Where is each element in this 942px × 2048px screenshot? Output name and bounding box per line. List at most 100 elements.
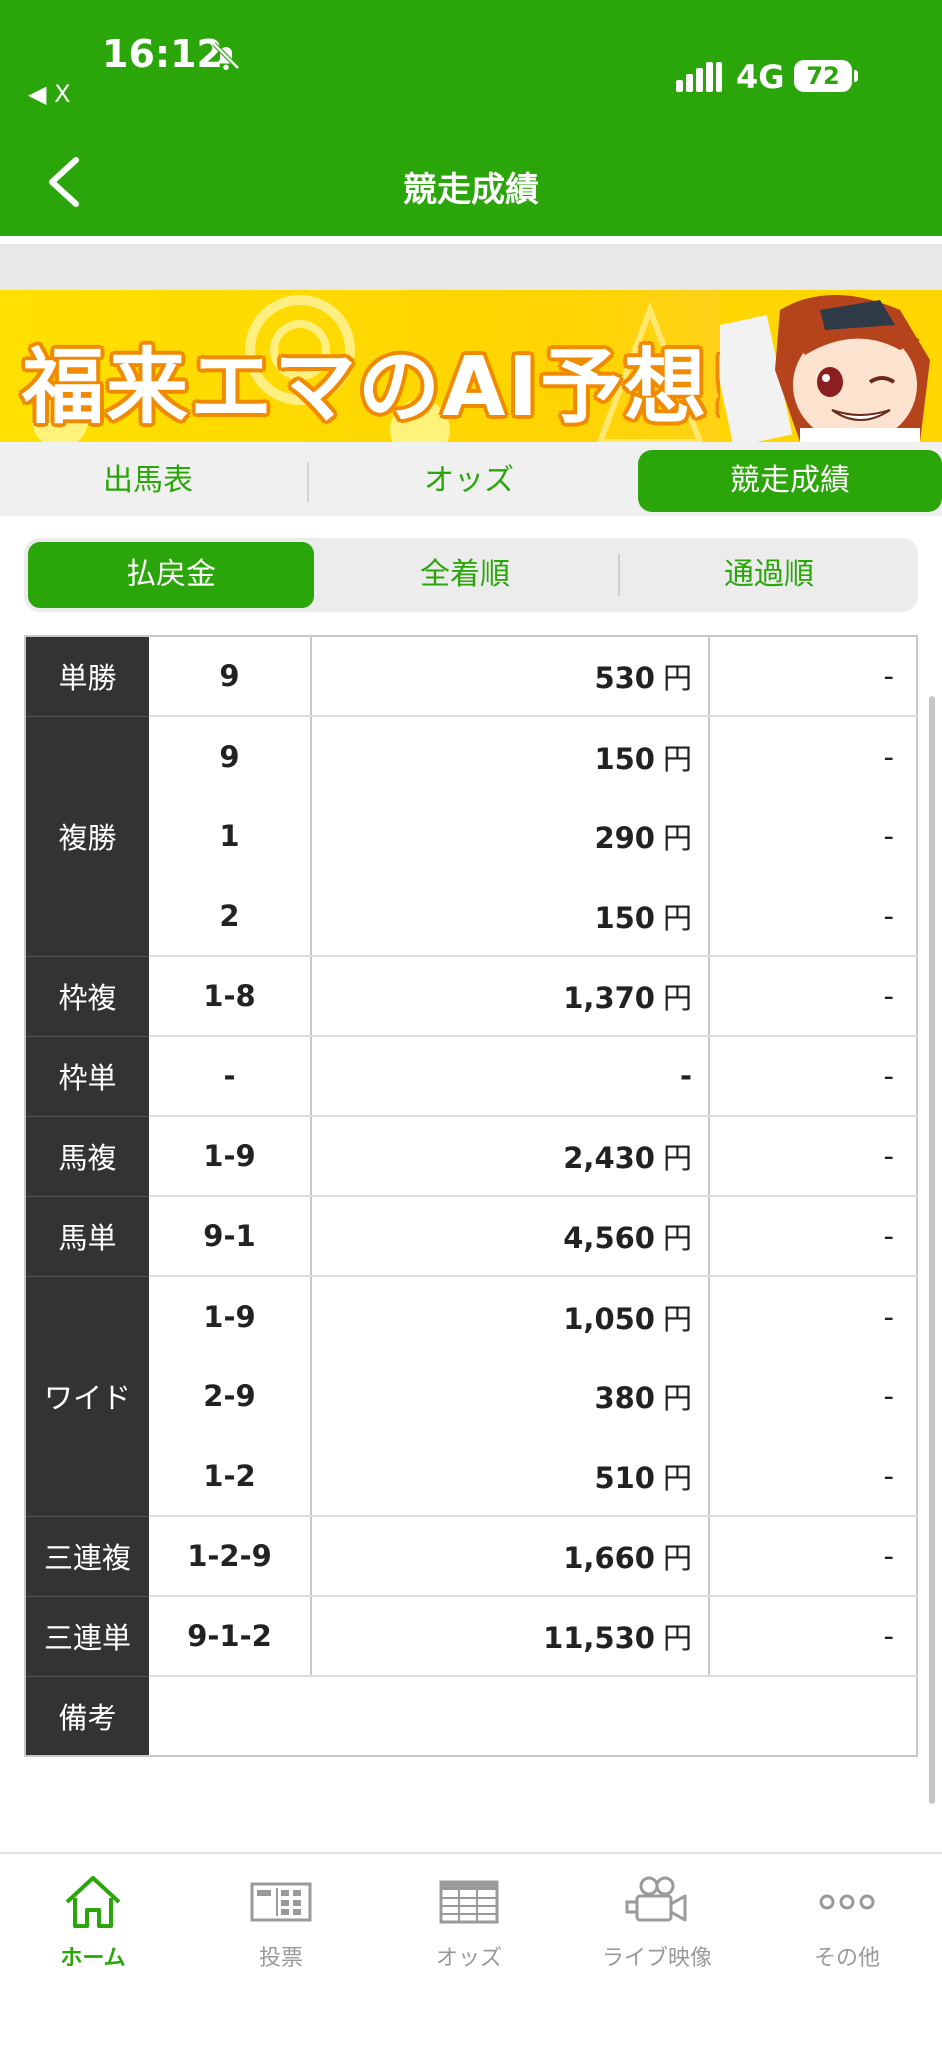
ai-prediction-banner[interactable]: 福来エマのAI予想!! <box>0 290 942 442</box>
payout-amount: 150 円 <box>311 716 710 796</box>
subtab-passing-order[interactable]: 通過順 <box>624 542 914 608</box>
nav-label: ホーム <box>60 1946 126 1971</box>
combination: 1-2 <box>149 1436 312 1517</box>
bet-type-label: ワイド <box>25 1276 149 1517</box>
bet-type-label: 馬単 <box>25 1196 149 1277</box>
table-row: 備考 <box>25 1676 917 1756</box>
nav-label: その他 <box>813 1946 880 1971</box>
table-row: ワイド 1-9 1,050 円 - <box>25 1276 917 1517</box>
more-dots-icon <box>819 1894 875 1910</box>
popularity: - <box>883 1379 894 1413</box>
payout-amount: 11,530 円 <box>311 1596 710 1677</box>
battery-level: 72 <box>794 60 852 92</box>
combination: 9-1-2 <box>149 1596 312 1677</box>
video-camera-icon <box>625 1876 687 1922</box>
popularity: - <box>883 819 894 853</box>
popularity: - <box>709 1436 917 1517</box>
payout-amount: 290 円 <box>311 796 710 876</box>
popularity: - <box>709 1036 917 1117</box>
page-title: 競走成績 <box>403 170 539 210</box>
popularity: - <box>709 1596 917 1677</box>
tab-race-results[interactable]: 競走成績 <box>638 450 942 512</box>
payout-amount: 380 円 <box>311 1356 710 1436</box>
bet-type-label: 枠単 <box>25 1036 149 1117</box>
banner-title: 福来エマのAI予想!! <box>22 340 787 435</box>
combination: 2-9 <box>149 1356 312 1436</box>
battery-tip <box>854 70 858 82</box>
tab-entries[interactable]: 出馬表 <box>0 450 296 512</box>
payout-amount: 1,370 円 <box>311 956 710 1037</box>
popularity: - <box>709 956 917 1037</box>
combination: 9 <box>149 716 312 796</box>
nav-label: 投票 <box>258 1946 303 1971</box>
scrollbar[interactable] <box>929 696 935 1804</box>
bet-type-label: 単勝 <box>25 636 149 717</box>
bell-muted-icon <box>212 42 240 70</box>
table-row: 1 290 円 - <box>25 796 917 876</box>
combination: - <box>149 1036 312 1117</box>
nav-label: ライブ映像 <box>601 1946 712 1971</box>
bet-type-label: 馬複 <box>25 1116 149 1197</box>
nav-odds[interactable]: オッズ <box>394 1874 544 1972</box>
popularity: - <box>709 636 917 717</box>
combination: 2 <box>149 876 312 957</box>
nav-more[interactable]: その他 <box>772 1874 922 1972</box>
table-row: 複勝 9 150 円 - <box>25 716 917 957</box>
subtab-divider <box>618 554 620 596</box>
table-row: 2 150 円 - <box>25 876 917 957</box>
nav-home[interactable]: ホーム <box>18 1874 168 1972</box>
combination: 9-1 <box>149 1196 312 1277</box>
combination: 1 <box>149 796 312 876</box>
table-row: 馬単 9-1 4,560 円 - <box>25 1196 917 1277</box>
popularity: - <box>709 1116 917 1197</box>
popularity: - <box>709 1196 917 1277</box>
popularity: - <box>883 1299 894 1334</box>
table-row: 三連複 1-2-9 1,660 円 - <box>25 1516 917 1597</box>
subtab-finish-order[interactable]: 全着順 <box>320 542 610 608</box>
payout-amount: 1,050 円 <box>311 1276 710 1356</box>
table-row: 2-9 380 円 - <box>25 1356 917 1436</box>
nav-live-video[interactable]: ライブ映像 <box>582 1874 732 1972</box>
payout-table: 単勝 9 530 円 - 複勝 9 150 円 - 1 290 円 - 2 150 円 … <box>24 635 918 1757</box>
table-row: 枠複 1-8 1,370 円 - <box>25 956 917 1037</box>
payout-amount: 4,560 円 <box>311 1196 710 1277</box>
tab-odds[interactable]: オッズ <box>318 450 620 512</box>
result-subtabs: 払戻金 全着順 通過順 <box>24 538 918 612</box>
nav-vote[interactable]: 投票 <box>206 1874 356 1972</box>
bet-type-label: 複勝 <box>25 716 149 957</box>
race-tabs: 出馬表 オッズ 競走成績 <box>0 442 942 516</box>
payout-amount: 2,430 円 <box>311 1116 710 1197</box>
popularity: - <box>883 739 894 774</box>
remarks-label: 備考 <box>25 1676 149 1756</box>
network-type: 4G <box>736 58 785 96</box>
payout-amount: 530 円 <box>311 636 710 717</box>
table-row: 馬複 1-9 2,430 円 - <box>25 1116 917 1197</box>
payout-amount: - <box>311 1036 710 1117</box>
cellular-signal-icon <box>676 62 722 92</box>
combination: 1-9 <box>149 1116 312 1197</box>
combination: 1-8 <box>149 956 312 1037</box>
bet-type-label: 三連単 <box>25 1596 149 1677</box>
subtab-payouts[interactable]: 払戻金 <box>28 542 314 608</box>
bet-type-label: 枠複 <box>25 956 149 1037</box>
back-to-app-link[interactable]: ◀ X <box>28 80 71 108</box>
combination: 9 <box>149 636 312 717</box>
popularity: - <box>709 1516 917 1597</box>
ad-strip <box>0 244 942 290</box>
mascot-character-image <box>720 290 942 442</box>
bet-type-label: 三連複 <box>25 1516 149 1597</box>
payout-amount: 510 円 <box>311 1436 710 1517</box>
combination: 1-9 <box>149 1276 312 1356</box>
combination: 1-2-9 <box>149 1516 312 1597</box>
remarks-value <box>149 1676 917 1756</box>
payout-amount: 1,660 円 <box>311 1516 710 1597</box>
popularity: - <box>709 876 917 957</box>
vote-ticket-icon <box>250 1882 312 1922</box>
status-time: 16:12 <box>102 32 223 76</box>
bottom-nav: ホーム 投票 オッズ ライブ映像 その他 <box>0 1852 942 2048</box>
table-row: 三連単 9-1-2 11,530 円 - <box>25 1596 917 1677</box>
tab-divider <box>307 462 309 502</box>
app-header: 16:12 ◀ X 4G 72 競走成績 <box>0 0 942 236</box>
table-row: 1-2 510 円 - <box>25 1436 917 1517</box>
home-icon <box>65 1876 121 1928</box>
